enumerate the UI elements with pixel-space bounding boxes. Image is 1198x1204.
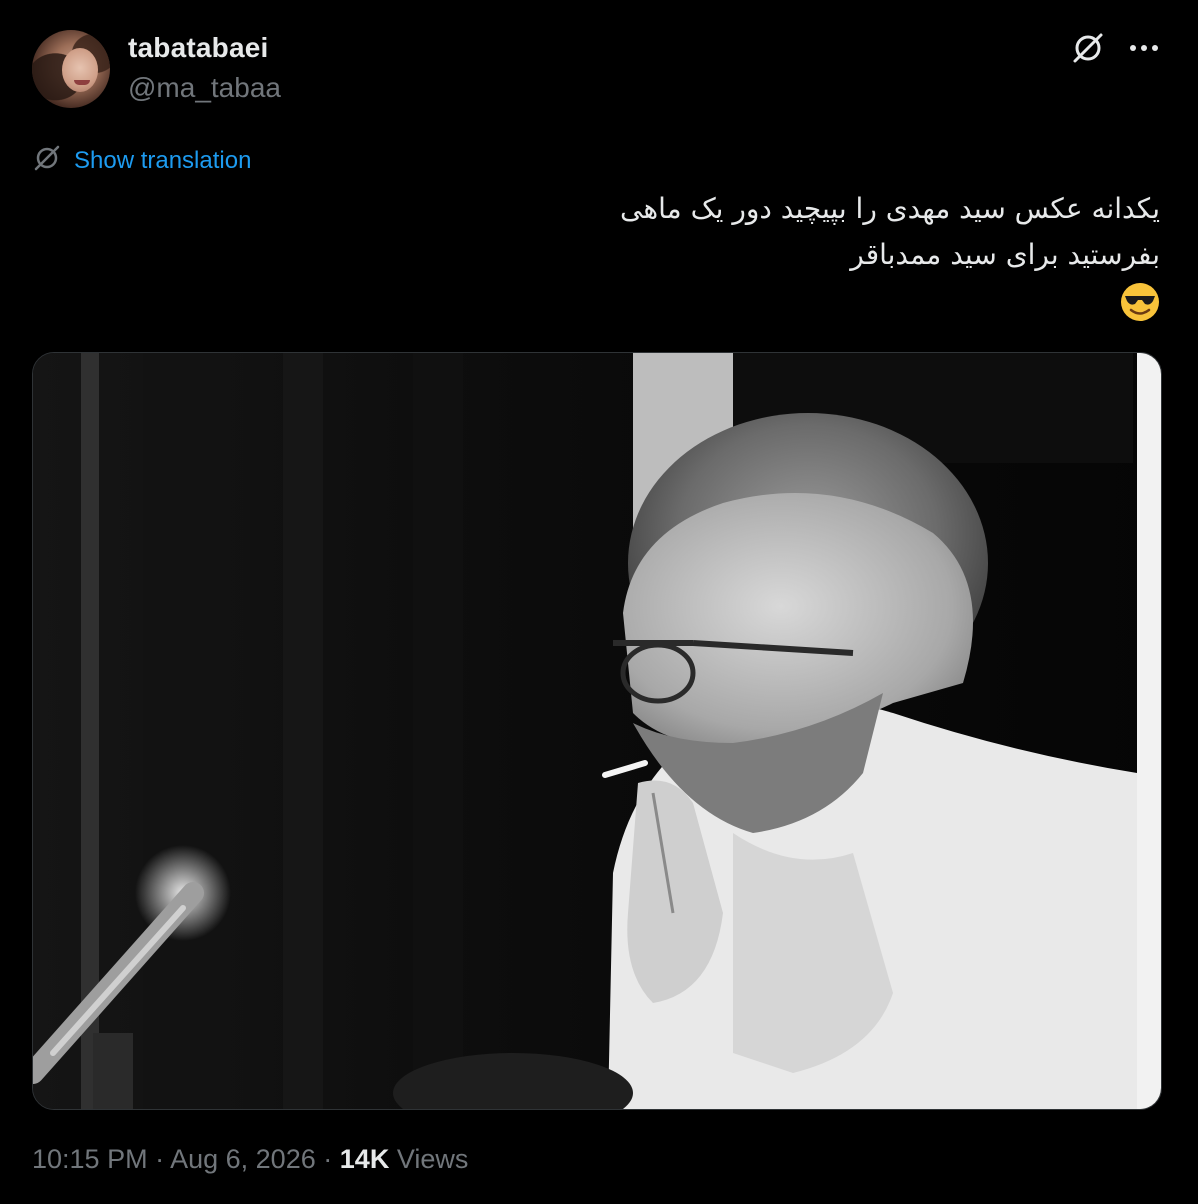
meta-separator: ·: [155, 1144, 165, 1174]
display-name[interactable]: tabatabaei: [128, 32, 269, 64]
slashed-circle-icon: [32, 143, 62, 178]
smiling-face-with-sunglasses-icon: [1120, 282, 1160, 322]
meta-separator: ·: [323, 1144, 333, 1174]
tweet-photo[interactable]: [32, 352, 1162, 1110]
more-horizontal-icon[interactable]: [1128, 43, 1160, 53]
tweet: tabatabaei @ma_tabaa Show translation یک…: [0, 0, 1198, 1204]
tweet-text-line: یکدانه عکس سید مهدی را بپیچید دور یک ماه…: [620, 192, 1160, 225]
user-handle[interactable]: @ma_tabaa: [128, 72, 281, 104]
slashed-circle-icon[interactable]: [1070, 30, 1106, 66]
tweet-text: یکدانه عکس سید مهدی را بپیچید دور یک ماه…: [460, 186, 1160, 324]
tweet-time[interactable]: 10:15 PM: [32, 1144, 148, 1174]
translation-row: Show translation: [32, 143, 251, 178]
header-actions: [1070, 30, 1160, 66]
photo-image: [33, 353, 1161, 1109]
avatar[interactable]: [32, 30, 110, 108]
avatar-mouth: [74, 80, 90, 85]
show-translation-link[interactable]: Show translation: [74, 147, 251, 175]
tweet-meta: 10:15 PM · Aug 6, 2026 · 14K Views: [32, 1144, 468, 1175]
views-count: 14K: [339, 1144, 390, 1174]
views-label: Views: [396, 1144, 469, 1174]
tweet-text-line: بفرستید برای سید ممدباقر: [850, 238, 1160, 271]
avatar-face: [62, 48, 98, 92]
tweet-date[interactable]: Aug 6, 2026: [170, 1144, 316, 1174]
emoji-line: [460, 278, 1160, 324]
